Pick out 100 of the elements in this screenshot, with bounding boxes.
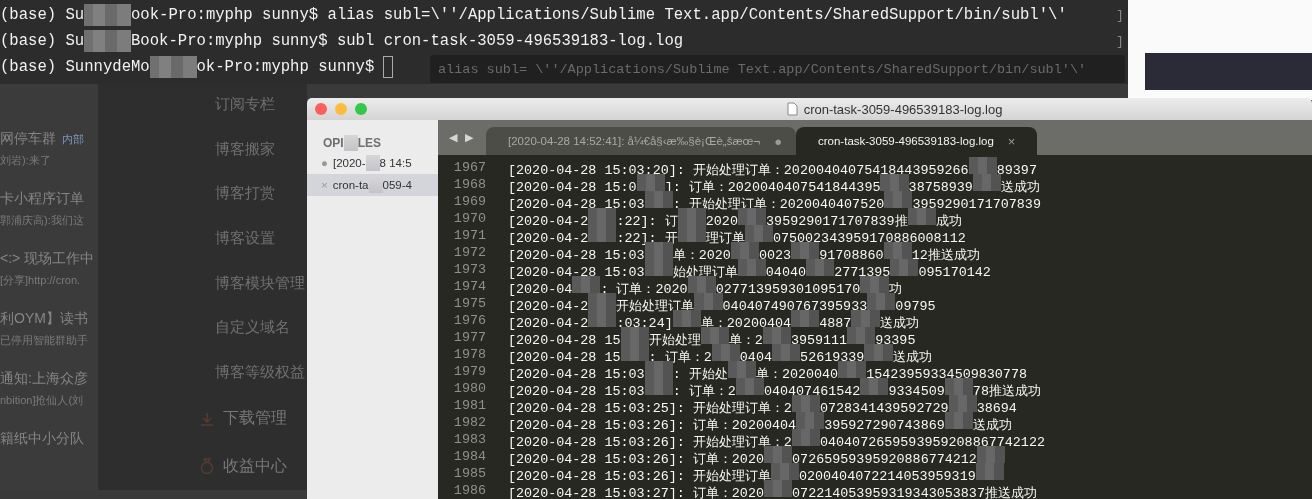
- menu-item[interactable]: 自定义域名: [215, 318, 290, 338]
- log-text: [2020-04-28 15:03:26]: 订单：2020: [508, 451, 764, 467]
- log-text: 成功: [935, 213, 962, 229]
- log-text: [2020-04-28 15: [508, 332, 621, 348]
- mosaic-block: [864, 343, 893, 361]
- file-mark[interactable]: ×: [321, 179, 328, 191]
- mosaic-block: [763, 445, 793, 463]
- line-number: 1973: [452, 262, 486, 277]
- menu-item[interactable]: 博客设置: [215, 228, 275, 248]
- chat-title[interactable]: 籍纸中小分队: [0, 430, 84, 448]
- line-number: 1968: [452, 177, 486, 192]
- log-text: 送成功: [972, 417, 1012, 433]
- chat-title[interactable]: 卡小程序订单: [0, 190, 84, 208]
- log-text: : 订单：2: [648, 349, 712, 365]
- log-text: 07265959395920886774212: [792, 451, 977, 467]
- chat-title[interactable]: 网停车群: [0, 130, 56, 148]
- log-text: [2020-04-28 15:03:26]: 开始处理订单：2: [508, 434, 792, 450]
- mosaic-block: [762, 326, 791, 344]
- terminal-text: (base) SunnydeMo: [0, 58, 150, 76]
- mosaic-block: [907, 207, 936, 225]
- tab-mark[interactable]: ×: [1007, 133, 1016, 149]
- log-text: 12推送成功: [911, 247, 980, 263]
- file-tab[interactable]: cron-task-3059-496539183-log.log ×: [796, 127, 1038, 155]
- menu-item[interactable]: 博客等级权益: [215, 362, 305, 382]
- menu-item[interactable]: 博客模块管理: [215, 273, 305, 293]
- log-text: [2020-04-2: [508, 315, 589, 331]
- log-text: 93395: [875, 332, 916, 348]
- mosaic-block: [944, 377, 973, 395]
- log-text: : 开始处: [672, 366, 728, 382]
- log-text: 理订单: [705, 230, 745, 246]
- log-text: [2020-04-28 15:03:26]: 订单：20200404: [508, 417, 797, 433]
- mosaic-block: [588, 292, 617, 310]
- mosaic-block: [744, 224, 773, 242]
- log-text: 3959111: [790, 332, 848, 348]
- menu-item[interactable]: 收益中心: [223, 455, 287, 477]
- menu-item[interactable]: 博客打赏: [215, 184, 275, 204]
- log-text: 09795: [895, 298, 936, 314]
- line-number: 1980: [452, 381, 486, 396]
- log-text: 单：2: [728, 332, 763, 348]
- log-text: 040407490767395933: [722, 298, 868, 314]
- chat-tag: 内部: [62, 131, 84, 147]
- file-name: [2020-: [332, 157, 366, 169]
- open-file-item[interactable]: ● [2020- 8 14:5: [307, 152, 438, 174]
- log-text: [2020-04-28 15:0: [508, 179, 637, 195]
- close-button[interactable]: [315, 103, 327, 115]
- open-file-item[interactable]: × cron-ta 059-4: [307, 174, 438, 196]
- log-text: [2020-04-28 15:03:26]: 开始处理订单: [508, 468, 771, 484]
- mosaic-block: [772, 343, 801, 361]
- line-number: 1978: [452, 347, 486, 362]
- mosaic-block: [737, 258, 766, 276]
- log-text: 单：2020040: [755, 366, 839, 382]
- log-text: 开始处理: [648, 332, 701, 348]
- log-text: [2020-04-28 15:03:25]: 开始处理订单：2: [508, 400, 792, 416]
- log-text: [2020-04-28 15:03:27]: 订单：2020: [508, 485, 764, 499]
- mosaic-block: [880, 173, 909, 191]
- chat-title[interactable]: 利OYM】读书: [0, 310, 88, 328]
- minimize-button[interactable]: [335, 103, 347, 115]
- command-hint: alias subl= \''/Applications/Sublime Text.app/Contents/SharedSupport/bin/subl'\': [430, 55, 1125, 83]
- log-text: 单：20200404: [700, 315, 792, 331]
- menu-item[interactable]: 订阅专栏: [215, 94, 275, 114]
- log-text: :03:24]: [616, 315, 673, 331]
- mosaic-block: [968, 156, 997, 174]
- mosaic-block: [860, 275, 889, 293]
- line-number: 1976: [452, 313, 486, 328]
- file-mark[interactable]: ●: [321, 157, 328, 169]
- log-text: 027713959301095170: [715, 281, 861, 297]
- log-text: 4887: [819, 315, 852, 331]
- chat-title[interactable]: <:> 现场工作中: [0, 250, 95, 268]
- log-text: 075002343959170886008112: [772, 230, 966, 246]
- menu-item[interactable]: 下载管理: [223, 408, 287, 430]
- menu-item[interactable]: 博客搬家: [215, 139, 275, 159]
- mosaic-block: [838, 360, 867, 378]
- file-tab[interactable]: [2020-04-28 14:52:41]: å¼€å§‹æ‰§è¡Œè„šæœ¬ ●: [486, 127, 796, 155]
- sidebar-header: OPI: [323, 136, 344, 150]
- tab-mark[interactable]: ●: [774, 133, 783, 149]
- log-text: 38758939: [908, 179, 973, 195]
- chat-title[interactable]: 通知:上海众彦: [0, 370, 88, 388]
- mosaic-block: [976, 445, 1005, 463]
- log-text: 3959290171707839推: [766, 213, 908, 229]
- mosaic-block: [84, 30, 131, 52]
- log-text: [2020-04-28 15:03: [508, 264, 645, 280]
- line-number: 1970: [452, 211, 486, 226]
- log-text: [2020-04-2: [508, 213, 589, 229]
- mosaic-block: [149, 56, 197, 78]
- log-text: 送成功: [1001, 179, 1040, 195]
- zoom-button[interactable]: [355, 103, 367, 115]
- tab-nav-arrows[interactable]: ◀ ▶: [438, 120, 486, 155]
- log-text: 0404: [739, 349, 772, 365]
- line-number: 1983: [452, 432, 486, 447]
- log-text: 0728341439592729: [819, 400, 949, 416]
- line-number: 1984: [452, 449, 486, 464]
- mosaic-block: [791, 309, 820, 327]
- log-text: 0200404072214053959319: [798, 468, 976, 484]
- log-text: [2020-04-28 15: [508, 349, 621, 365]
- line-number: 1971: [452, 228, 486, 243]
- log-text: 38694: [976, 400, 1017, 416]
- log-text: 送成功: [892, 349, 932, 365]
- log-text: 0023: [759, 247, 792, 263]
- line-number: 1974: [452, 279, 486, 294]
- mosaic-block: [711, 343, 740, 361]
